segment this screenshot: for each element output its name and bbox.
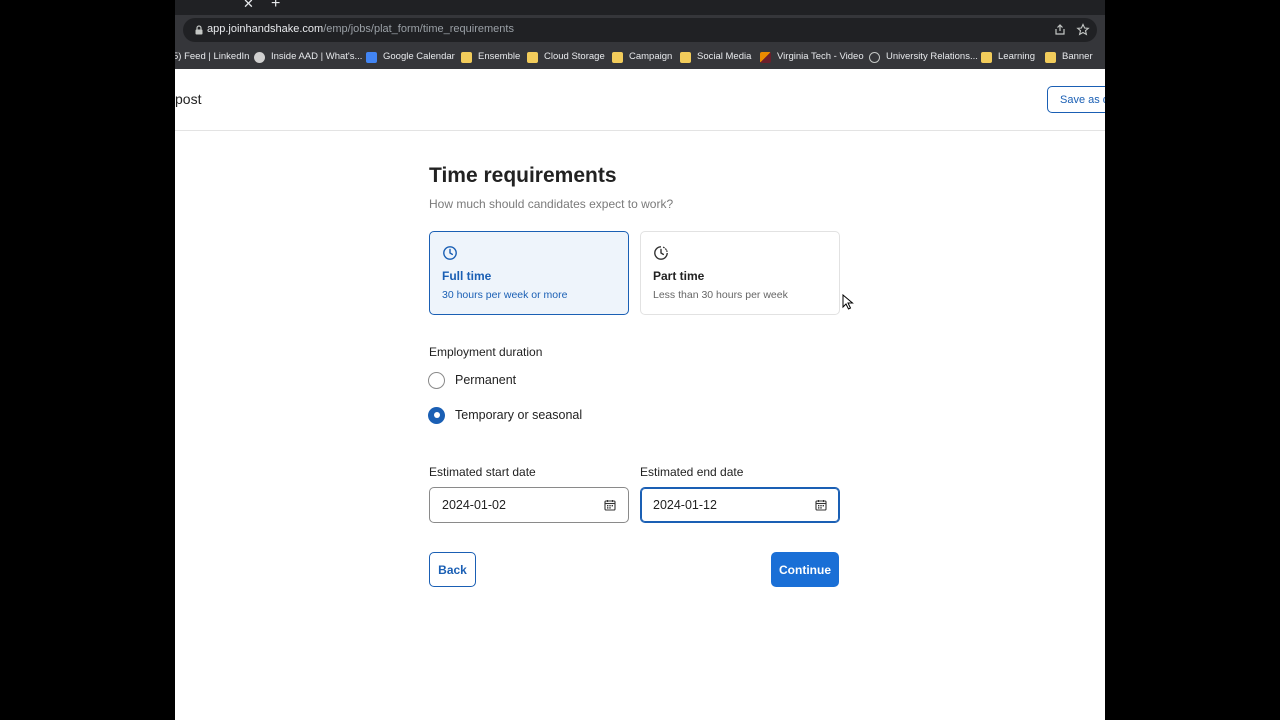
bookmark-campaign[interactable]: Campaign (612, 49, 672, 65)
mouse-pointer-icon (842, 294, 854, 310)
part-time-title: Part time (653, 269, 705, 283)
wordpress-icon (254, 51, 265, 63)
app-header: post Save as d (175, 69, 1105, 131)
bookmark-label: Cloud Storage (544, 51, 605, 62)
url-host: app.joinhandshake.com (207, 23, 324, 35)
start-date-field[interactable] (429, 487, 629, 523)
full-time-option-card[interactable]: Full time 30 hours per week or more (429, 231, 629, 315)
tab-strip: ✕ + (175, 0, 1105, 15)
bookmark-google-calendar[interactable]: Google Calendar (366, 49, 455, 65)
bookmark-banner[interactable]: Banner (1045, 49, 1093, 65)
permanent-label: Permanent (455, 373, 517, 387)
end-date-label: Estimated end date (640, 465, 744, 479)
bookmark-label: Inside AAD | What's... (271, 51, 363, 62)
folder-icon (1045, 51, 1056, 63)
bookmark-label: 5) Feed | LinkedIn (175, 51, 250, 62)
bookmark-label: Social Media (697, 51, 752, 62)
bookmark-star-icon[interactable] (1076, 23, 1090, 37)
folder-icon (981, 51, 992, 63)
end-date-input[interactable] (641, 488, 811, 522)
url-text[interactable]: app.joinhandshake.com/emp/jobs/plat_form… (207, 23, 514, 35)
page-subtitle: How much should candidates expect to wor… (429, 197, 674, 211)
address-bar[interactable]: app.joinhandshake.com/emp/jobs/plat_form… (183, 18, 1097, 42)
bookmark-university-relations[interactable]: University Relations... (869, 49, 978, 65)
start-date-input[interactable] (430, 488, 600, 522)
calendar-icon[interactable] (815, 499, 827, 511)
bookmark-label: Virginia Tech - Video (777, 51, 864, 62)
browser-toolbar: app.joinhandshake.com/emp/jobs/plat_form… (175, 15, 1105, 45)
part-time-option-card[interactable]: Part time Less than 30 hours per week (640, 231, 840, 315)
bookmark-social-media[interactable]: Social Media (680, 49, 751, 65)
close-tab-icon[interactable]: ✕ (243, 0, 254, 10)
bookmark-inside-aad[interactable]: Inside AAD | What's... (254, 49, 362, 65)
part-time-subtitle: Less than 30 hours per week (653, 289, 788, 301)
folder-icon (612, 51, 623, 63)
globe-icon (869, 51, 880, 63)
google-calendar-icon (366, 51, 377, 63)
header-title: post (175, 91, 202, 107)
full-time-subtitle: 30 hours per week or more (442, 289, 568, 301)
folder-icon (461, 51, 472, 63)
bookmark-label: Banner (1062, 51, 1093, 62)
lock-icon[interactable] (193, 24, 205, 36)
bookmark-linkedin[interactable]: 5) Feed | LinkedIn (175, 49, 249, 65)
end-date-field[interactable] (640, 487, 840, 523)
calendar-icon[interactable] (604, 499, 616, 511)
permanent-radio-option[interactable]: Permanent (428, 370, 516, 390)
continue-button[interactable]: Continue (771, 552, 839, 587)
bookmark-label: Ensemble (478, 51, 521, 62)
page-title: Time requirements (429, 164, 617, 187)
clock-icon (443, 246, 457, 260)
bookmark-label: University Relations... (886, 51, 978, 62)
bookmark-label: Google Calendar (383, 51, 455, 62)
bookmarks-bar: 5) Feed | LinkedIn Inside AAD | What's..… (175, 45, 1105, 69)
save-as-draft-button[interactable]: Save as d (1047, 86, 1105, 113)
virginia-tech-icon (760, 51, 771, 63)
folder-icon (680, 51, 691, 63)
bookmark-ensemble[interactable]: Ensemble (461, 49, 520, 65)
url-path: /emp/jobs/plat_form/time_requirements (323, 23, 514, 35)
bookmark-virginia-tech-video[interactable]: Virginia Tech - Video (760, 49, 864, 65)
start-date-label: Estimated start date (429, 465, 536, 479)
temporary-radio-option[interactable]: Temporary or seasonal (428, 405, 582, 425)
bookmark-label: Learning (998, 51, 1035, 62)
browser-window: ✕ + app.joinhandshake.com/emp/jobs/plat_… (175, 0, 1105, 720)
temporary-label: Temporary or seasonal (455, 408, 583, 422)
new-tab-button[interactable]: + (271, 0, 280, 12)
bookmark-cloud-storage[interactable]: Cloud Storage (527, 49, 605, 65)
temporary-radio[interactable] (428, 406, 445, 424)
employment-duration-label: Employment duration (429, 345, 543, 359)
permanent-radio[interactable] (428, 371, 445, 389)
full-time-title: Full time (442, 269, 492, 283)
partial-clock-icon (654, 246, 668, 260)
share-icon[interactable] (1053, 23, 1067, 37)
bookmark-label: Campaign (629, 51, 673, 62)
folder-icon (527, 51, 538, 63)
back-button[interactable]: Back (429, 552, 476, 587)
bookmark-learning[interactable]: Learning (981, 49, 1035, 65)
